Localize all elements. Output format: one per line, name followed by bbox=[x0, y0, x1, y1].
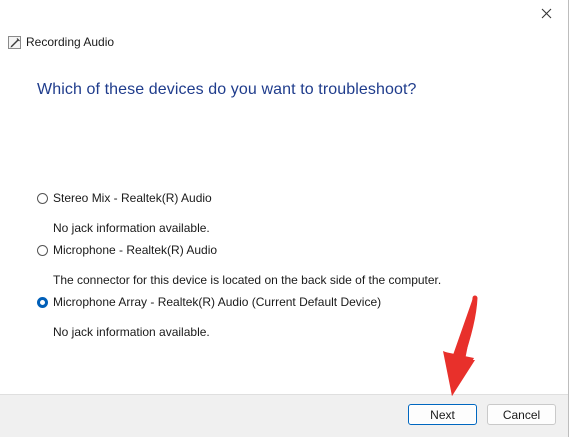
device-option-microphone-array[interactable]: Microphone Array - Realtek(R) Audio (Cur… bbox=[37, 295, 381, 309]
device-option-description: The connector for this device is located… bbox=[53, 273, 442, 287]
radio-button[interactable] bbox=[37, 192, 48, 204]
window-title: Recording Audio bbox=[26, 35, 115, 49]
annotation-arrow-icon bbox=[443, 295, 478, 396]
close-icon bbox=[541, 8, 551, 18]
device-option-description: No jack information available. bbox=[53, 325, 210, 339]
device-option-stereo-mix[interactable]: Stereo Mix - Realtek(R) Audio bbox=[37, 191, 212, 205]
troubleshooter-window: Recording Audio Which of these devices d… bbox=[0, 0, 569, 437]
device-option-description: No jack information available. bbox=[53, 221, 210, 235]
radio-button[interactable] bbox=[37, 244, 48, 256]
device-option-microphone[interactable]: Microphone - Realtek(R) Audio bbox=[37, 243, 217, 257]
close-button[interactable] bbox=[524, 0, 568, 26]
device-option-label: Microphone Array - Realtek(R) Audio (Cur… bbox=[53, 295, 382, 309]
page-heading: Which of these devices do you want to tr… bbox=[37, 81, 417, 98]
device-option-label: Microphone - Realtek(R) Audio bbox=[53, 243, 218, 257]
button-bar: Next Cancel bbox=[0, 394, 568, 437]
troubleshooter-icon bbox=[8, 35, 21, 49]
radio-button-selected[interactable] bbox=[37, 296, 48, 308]
cancel-button[interactable]: Cancel bbox=[487, 404, 556, 425]
next-button[interactable]: Next bbox=[408, 404, 477, 425]
title-bar: Recording Audio bbox=[8, 34, 114, 50]
device-option-label: Stereo Mix - Realtek(R) Audio bbox=[53, 191, 212, 205]
